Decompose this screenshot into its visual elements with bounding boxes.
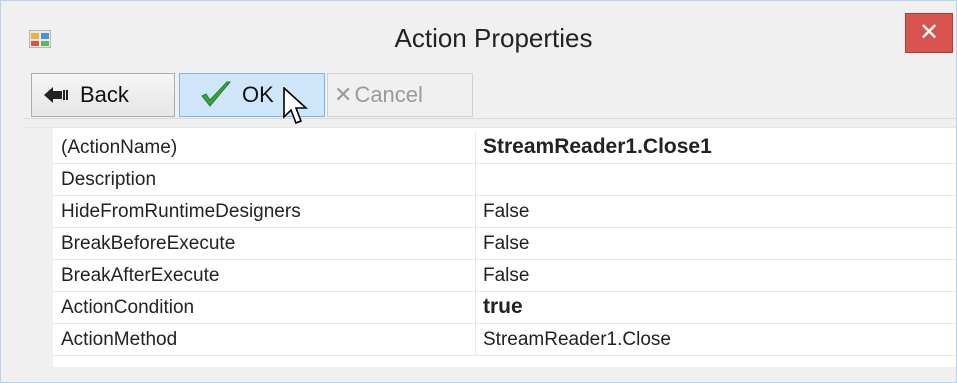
property-row[interactable]: HideFromRuntimeDesigners False xyxy=(53,196,956,228)
column-divider xyxy=(475,196,476,228)
toolbar: Back OK ✕ Cancel xyxy=(23,71,956,119)
column-divider xyxy=(475,260,476,292)
back-arrow-icon xyxy=(44,87,68,103)
property-value[interactable]: False xyxy=(483,265,529,287)
property-row[interactable]: ActionMethod StreamReader1.Close xyxy=(53,324,956,356)
property-name: Description xyxy=(61,169,157,190)
ok-button-label: OK xyxy=(242,82,274,107)
mouse-cursor-icon xyxy=(283,87,309,125)
property-value[interactable]: StreamReader1.Close1 xyxy=(483,135,712,159)
back-button[interactable]: Back xyxy=(31,73,175,117)
cancel-button[interactable]: ✕ Cancel xyxy=(327,73,473,117)
column-divider xyxy=(475,324,476,356)
property-grid: (ActionName) StreamReader1.Close1 Descri… xyxy=(23,127,956,367)
property-grid-gutter xyxy=(23,128,53,367)
property-value[interactable]: False xyxy=(483,233,529,255)
property-name: ActionCondition xyxy=(61,297,195,318)
property-name: (ActionName) xyxy=(61,137,178,158)
cancel-button-label: Cancel xyxy=(354,82,423,107)
property-name: ActionMethod xyxy=(61,329,178,350)
column-divider xyxy=(475,228,476,260)
checkmark-icon xyxy=(201,81,232,107)
close-button[interactable]: ✕ xyxy=(905,13,953,53)
cancel-x-icon: ✕ xyxy=(334,82,353,107)
property-value[interactable]: False xyxy=(483,201,529,223)
column-divider xyxy=(475,292,476,324)
property-value[interactable]: StreamReader1.Close xyxy=(483,329,671,351)
property-row[interactable]: (ActionName) StreamReader1.Close1 xyxy=(53,132,956,164)
window-title: Action Properties xyxy=(394,23,593,53)
property-value[interactable]: true xyxy=(483,295,523,319)
property-row[interactable]: BreakAfterExecute False xyxy=(53,260,956,292)
property-row[interactable]: BreakBeforeExecute False xyxy=(53,228,956,260)
title-bar: Action Properties ✕ xyxy=(1,1,956,67)
property-name: BreakBeforeExecute xyxy=(61,233,236,254)
property-name: HideFromRuntimeDesigners xyxy=(61,201,301,222)
property-row[interactable]: Description xyxy=(53,164,956,196)
action-properties-window: Action Properties ✕ Back OK ✕ Cancel (Ac… xyxy=(0,0,957,383)
column-divider xyxy=(475,164,476,196)
back-button-label: Back xyxy=(80,82,129,107)
property-name: BreakAfterExecute xyxy=(61,265,220,286)
close-icon: ✕ xyxy=(918,19,940,46)
column-divider xyxy=(475,132,476,164)
property-row[interactable]: ActionCondition true xyxy=(53,292,956,324)
